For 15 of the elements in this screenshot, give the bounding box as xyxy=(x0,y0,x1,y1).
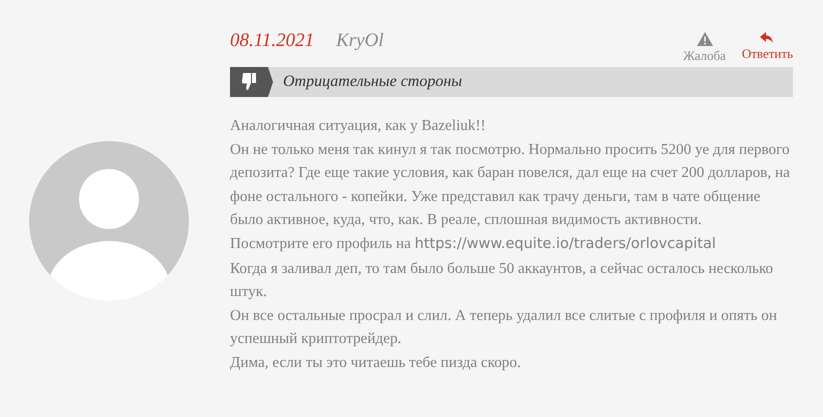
section-title: Отрицательные стороны xyxy=(283,73,462,91)
review-paragraph: Дима, если ты это читаешь тебе пизда скоро. xyxy=(230,352,522,373)
review-date: 08.11.2021 xyxy=(230,30,314,52)
review-paragraph: Он не только меня так кинул я так посмотрю. Нормально просить 5200 уе для первого депозита? Где еще такие условия, как баран повелся, дал еще на счет 200 долларов, на фоне остального - копейки. Уже представил как трачу деньги, там в чате общение было активное, куда, что, как. В реале, сплошная видимость активности. xyxy=(230,140,791,230)
profile-link[interactable]: https://www.equite.io/traders/orlovcapital xyxy=(414,236,716,252)
thumbs-down-icon xyxy=(242,73,256,91)
reply-icon xyxy=(760,32,774,44)
review-paragraph: Аналогичная ситуация, как у Bazeliuk!! xyxy=(230,116,487,136)
author-name: KryOl xyxy=(336,30,384,52)
review-paragraph: Когда я заливал деп, то там было больше 50 аккаунтов, а сейчас осталось несколько штук. xyxy=(230,258,774,302)
review-paragraph: Посмотрите его профиль на https://www.equite.io/traders/orlovcapital xyxy=(230,234,717,254)
reply-link[interactable]: Ответить xyxy=(742,32,793,64)
warning-icon xyxy=(696,32,713,46)
complaint-link[interactable]: Жалоба xyxy=(683,32,726,64)
review-paragraph: Он все остальные просрал и слил. А теперь удалил все слитые с профиля и опять он успешный криптотрейдер. xyxy=(230,306,778,350)
